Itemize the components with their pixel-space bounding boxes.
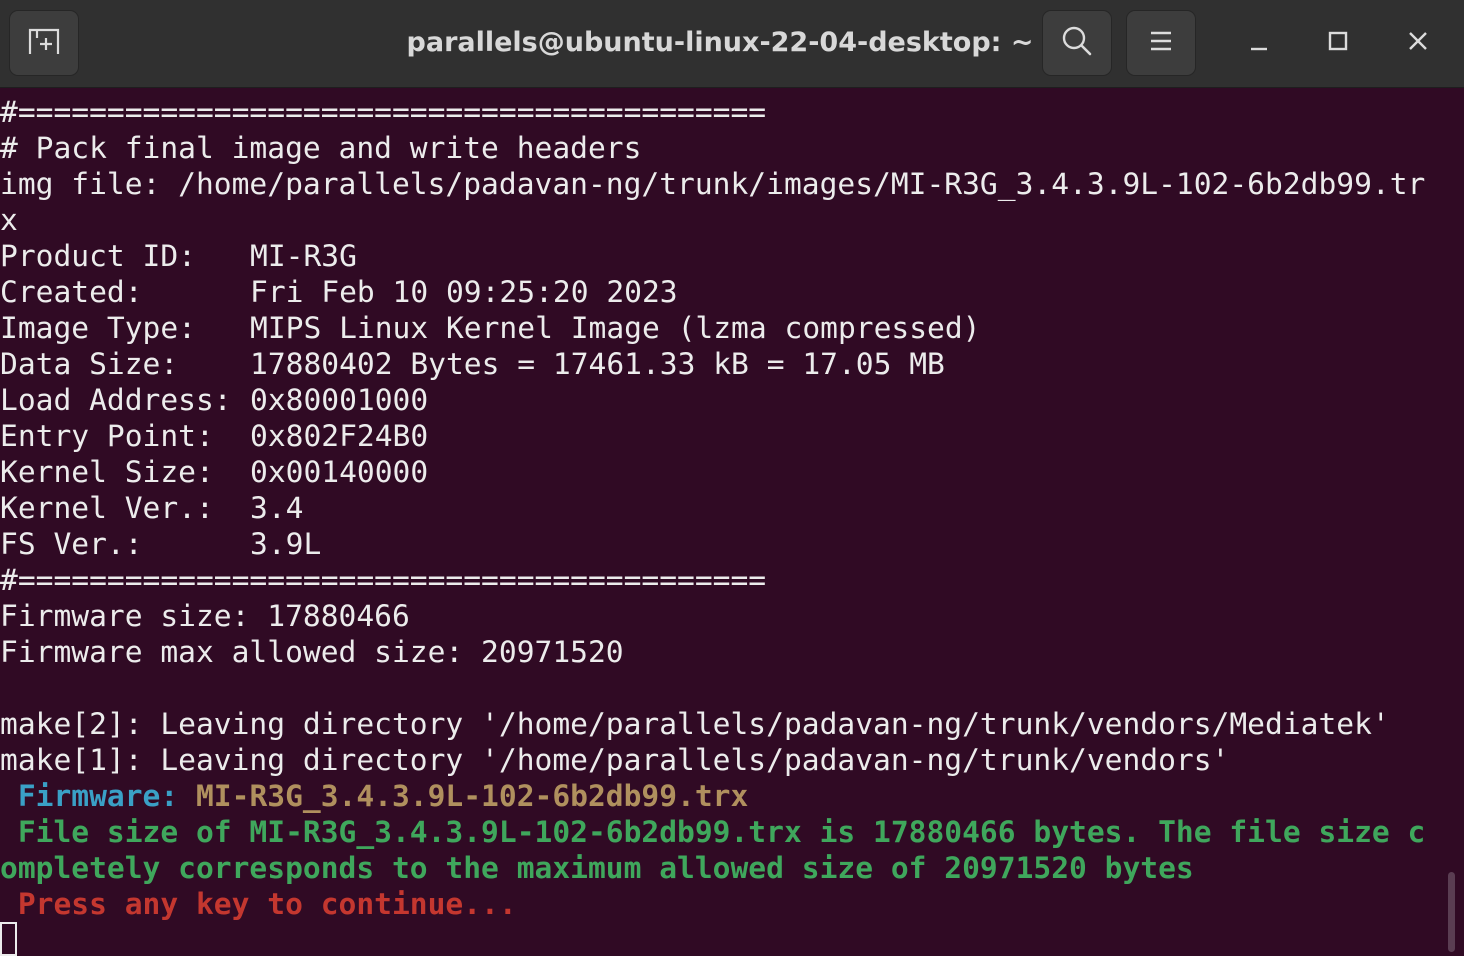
info-kernel-ver: Kernel Ver.: 3.4 bbox=[0, 490, 1440, 526]
info-image-type: Image Type: MIPS Linux Kernel Image (lzma… bbox=[0, 310, 1440, 346]
info-entry-point: Entry Point: 0x802F24B0 bbox=[0, 418, 1440, 454]
separator-line: #=======================================… bbox=[0, 563, 767, 597]
info-value: 0x80001000 bbox=[250, 383, 429, 417]
press-key-prompt: Press any key to continue... bbox=[0, 887, 517, 921]
firmware-name: MI-R3G_3.4.3.9L-102-6b2db99.trx bbox=[178, 779, 749, 813]
menu-button[interactable] bbox=[1126, 10, 1196, 76]
info-label: Load Address: bbox=[0, 383, 232, 417]
firmware-max-size-line: Firmware max allowed size: 20971520 bbox=[0, 635, 624, 669]
firmware-size-line: Firmware size: 17880466 bbox=[0, 599, 410, 633]
info-value: 3.9L bbox=[250, 527, 322, 561]
terminal-output[interactable]: #=======================================… bbox=[0, 94, 1440, 956]
firmware-result-line: Firmware: MI-R3G_3.4.3.9L-102-6b2db99.tr… bbox=[0, 778, 1440, 814]
title-bar: parallels@ubuntu-linux-22-04-desktop: ~ bbox=[0, 0, 1464, 88]
section-heading: # Pack final image and write headers bbox=[0, 131, 642, 165]
info-product-id: Product ID: MI-R3G bbox=[0, 238, 1440, 274]
separator-line: #=======================================… bbox=[0, 95, 767, 129]
cursor-line bbox=[0, 922, 1440, 956]
maximize-button[interactable] bbox=[1315, 20, 1361, 66]
info-value: 3.4 bbox=[250, 491, 304, 525]
info-label: Kernel Size: bbox=[0, 455, 214, 489]
minimize-icon bbox=[1248, 30, 1270, 57]
make-leaving-mediatek: make[2]: Leaving directory '/home/parall… bbox=[0, 707, 1390, 741]
terminal-cursor bbox=[0, 922, 17, 956]
info-value: MI-R3G bbox=[250, 239, 357, 273]
new-tab-icon bbox=[27, 26, 61, 61]
img-file-line: img file: /home/parallels/padavan-ng/tru… bbox=[0, 167, 1426, 201]
make-leaving-vendors: make[1]: Leaving directory '/home/parall… bbox=[0, 743, 1230, 777]
terminal-window: parallels@ubuntu-linux-22-04-desktop: ~ bbox=[0, 0, 1464, 956]
file-size-result-wrap: ompletely corresponds to the maximum all… bbox=[0, 851, 1194, 885]
hamburger-menu-icon bbox=[1148, 29, 1174, 58]
info-value: 0x00140000 bbox=[250, 455, 429, 489]
info-value: 17880402 Bytes = 17461.33 kB = 17.05 MB bbox=[250, 347, 945, 381]
maximize-icon bbox=[1327, 30, 1349, 57]
search-icon bbox=[1061, 25, 1093, 62]
minimize-button[interactable] bbox=[1236, 20, 1282, 66]
info-data-size: Data Size: 17880402 Bytes = 17461.33 kB =… bbox=[0, 346, 1440, 382]
info-created: Created: Fri Feb 10 09:25:20 2023 bbox=[0, 274, 1440, 310]
firmware-label: Firmware: bbox=[0, 779, 179, 813]
new-tab-button[interactable] bbox=[9, 10, 79, 76]
terminal-scrollbar[interactable] bbox=[1448, 872, 1455, 952]
info-label: Product ID: bbox=[0, 239, 196, 273]
img-file-line-wrap: x bbox=[0, 203, 18, 237]
info-load-address: Load Address: 0x80001000 bbox=[0, 382, 1440, 418]
info-label: FS Ver.: bbox=[0, 527, 143, 561]
info-fs-ver: FS Ver.: 3.9L bbox=[0, 526, 1440, 562]
info-value: 0x802F24B0 bbox=[250, 419, 429, 453]
info-label: Kernel Ver.: bbox=[0, 491, 214, 525]
info-value: Fri Feb 10 09:25:20 2023 bbox=[250, 275, 678, 309]
search-button[interactable] bbox=[1042, 10, 1112, 76]
info-label: Entry Point: bbox=[0, 419, 214, 453]
info-label: Data Size: bbox=[0, 347, 179, 381]
close-icon bbox=[1407, 30, 1429, 57]
info-label: Created: bbox=[0, 275, 143, 309]
info-value: MIPS Linux Kernel Image (lzma compressed… bbox=[250, 311, 981, 345]
file-size-result: File size of MI-R3G_3.4.3.9L-102-6b2db99… bbox=[0, 815, 1426, 849]
window-title: parallels@ubuntu-linux-22-04-desktop: ~ bbox=[406, 27, 1034, 58]
close-button[interactable] bbox=[1395, 20, 1441, 66]
info-kernel-size: Kernel Size: 0x00140000 bbox=[0, 454, 1440, 490]
info-label: Image Type: bbox=[0, 311, 196, 345]
